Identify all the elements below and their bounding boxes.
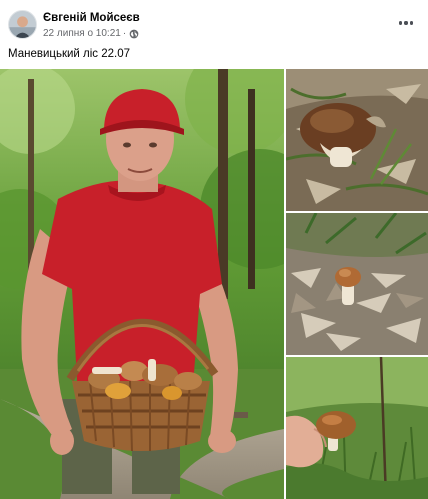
post-date[interactable]: 22 липня о 10:21 <box>43 28 121 39</box>
post-header: Євгеній Мойсеєв 22 липня о 10:21 · <box>0 0 428 44</box>
avatar-image <box>9 11 36 38</box>
globe-icon <box>129 29 139 39</box>
photo-mushroom-1[interactable] <box>286 69 428 211</box>
meta-separator: · <box>122 28 127 39</box>
photo-grid <box>0 69 428 499</box>
author-avatar[interactable] <box>8 10 37 39</box>
more-options-dot <box>404 21 408 25</box>
photo-mushroom-3[interactable] <box>286 357 428 499</box>
facebook-post: Євгеній Мойсеєв 22 липня о 10:21 · Манев… <box>0 0 428 499</box>
photo-mushroom-2[interactable] <box>286 213 428 355</box>
post-meta: 22 липня о 10:21 · <box>43 28 139 39</box>
more-options-dot <box>409 21 414 25</box>
author-name[interactable]: Євгеній Мойсеєв <box>43 12 140 24</box>
more-options-icon <box>398 21 403 25</box>
more-options-button[interactable] <box>394 12 418 34</box>
post-text: Маневицький ліс 22.07 <box>8 48 131 60</box>
photo-main[interactable] <box>0 69 284 499</box>
